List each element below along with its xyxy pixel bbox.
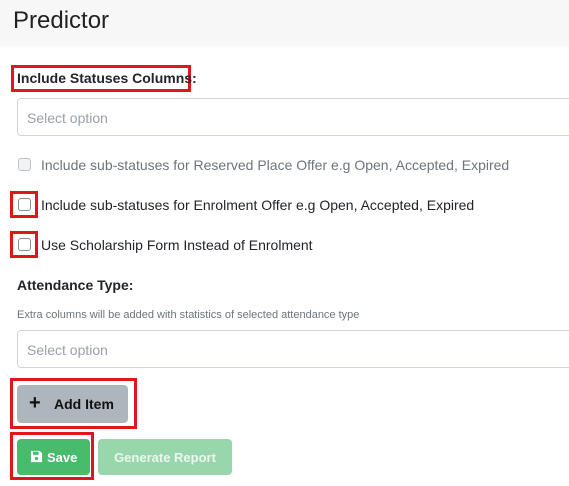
reserved-place-substatuses-label: Include sub-statuses for Reserved Place … bbox=[41, 157, 510, 173]
statuses-select-placeholder: Select option bbox=[27, 110, 108, 126]
attendance-select[interactable]: Select option bbox=[17, 330, 569, 368]
statuses-select[interactable]: Select option bbox=[17, 98, 569, 136]
generate-report-label: Generate Report bbox=[114, 450, 216, 465]
page-header: Predictor bbox=[0, 0, 569, 46]
plus-icon: + bbox=[29, 392, 41, 414]
scholarship-form-checkbox[interactable] bbox=[18, 238, 31, 251]
attendance-hint: Extra columns will be added with statist… bbox=[17, 309, 360, 321]
add-item-button[interactable]: + Add Item bbox=[17, 385, 128, 423]
save-button[interactable]: Save bbox=[17, 439, 90, 475]
enrolment-substatuses-checkbox[interactable] bbox=[18, 198, 31, 211]
generate-report-button[interactable]: Generate Report bbox=[98, 439, 232, 475]
floppy-disk-icon bbox=[30, 450, 43, 463]
attendance-select-placeholder: Select option bbox=[27, 342, 108, 358]
statuses-label: Include Statuses Columns: bbox=[17, 70, 197, 86]
page-title: Predictor bbox=[13, 7, 110, 34]
scholarship-form-label: Use Scholarship Form Instead of Enrolmen… bbox=[41, 237, 313, 253]
reserved-place-substatuses-checkbox[interactable] bbox=[18, 158, 31, 171]
save-label: Save bbox=[47, 450, 78, 465]
attendance-label: Attendance Type: bbox=[17, 277, 134, 293]
add-item-label: Add Item bbox=[54, 396, 114, 412]
enrolment-substatuses-label: Include sub-statuses for Enrolment Offer… bbox=[41, 197, 475, 213]
